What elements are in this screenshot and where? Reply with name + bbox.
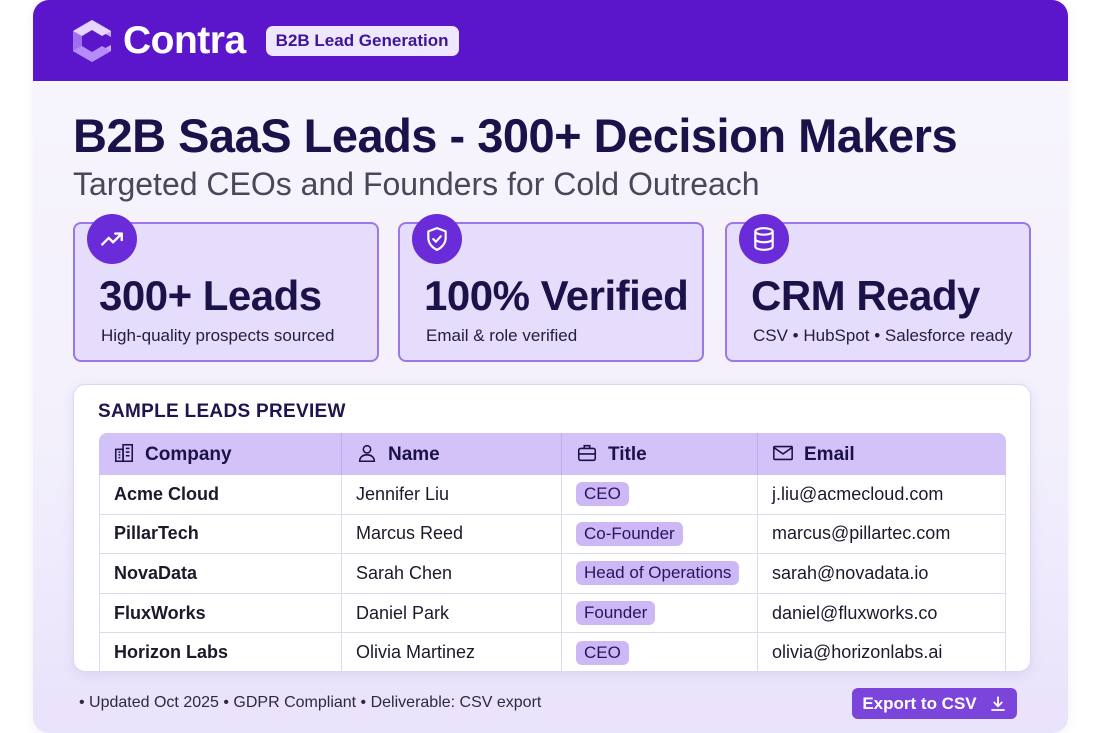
cell-company: NovaData [99,554,342,594]
cell-title: CEO [562,633,758,673]
contra-logo-icon [73,19,111,62]
table-row: FluxWorks Daniel Park Founder daniel@flu… [99,593,1006,634]
header-bar: Contra B2B Lead Generation [33,0,1068,81]
trending-up-icon [87,214,137,264]
title-pill: Founder [576,601,656,626]
cell-title: Head of Operations [562,554,758,594]
stat-caption: CSV • HubSpot • Salesforce ready [753,326,1013,345]
stat-card-leads: 300+ Leads High-quality prospects source… [73,214,379,362]
cell-email: olivia@horizonlabs.ai [758,633,1006,673]
product-card: Contra B2B Lead Generation B2B SaaS Lead… [33,0,1068,733]
table-header-row: Company Name Title Email [99,433,1006,475]
stat-caption: Email & role verified [426,326,578,345]
table-row: PillarTech Marcus Reed Co-Founder marcus… [99,514,1006,555]
cell-name: Jennifer Liu [342,475,562,515]
preview-title: SAMPLE LEADS PREVIEW [98,401,346,422]
leads-preview-panel: SAMPLE LEADS PREVIEW Company Name Title … [73,384,1031,673]
export-csv-button[interactable]: Export to CSV [852,688,1017,719]
title-pill: Head of Operations [576,561,740,586]
shield-check-icon [412,214,462,264]
cell-email: daniel@fluxworks.co [758,593,1006,634]
cell-name: Daniel Park [342,593,562,634]
cell-company: Acme Cloud [99,475,342,515]
stat-caption: High-quality prospects sourced [101,326,335,345]
export-label: Export to CSV [862,693,977,713]
cell-email: j.liu@acmecloud.com [758,475,1006,515]
brand-name: Contra [123,18,246,62]
title-pill: CEO [576,482,629,507]
stat-value: CRM Ready [751,272,980,319]
cell-name: Olivia Martinez [342,633,562,673]
briefcase-icon [577,444,597,462]
table-row: NovaData Sarah Chen Head of Operations s… [99,554,1006,594]
column-header-email[interactable]: Email [758,433,1006,475]
cell-name: Sarah Chen [342,554,562,594]
download-icon [990,695,1005,711]
column-header-company[interactable]: Company [99,433,342,475]
cell-email: sarah@novadata.io [758,554,1006,594]
stat-value: 100% Verified [424,272,689,319]
page-subtitle: Targeted CEOs and Founders for Cold Outr… [73,166,760,202]
cell-name: Marcus Reed [342,514,562,555]
mail-icon [773,445,793,461]
stat-card-verified: 100% Verified Email & role verified [398,214,704,362]
stat-value: 300+ Leads [99,272,322,319]
cell-company: PillarTech [99,514,342,555]
stat-card-crm: CRM Ready CSV • HubSpot • Salesforce rea… [725,214,1031,362]
cell-company: Horizon Labs [99,633,342,673]
building-icon [114,443,134,463]
table-row: Acme Cloud Jennifer Liu CEO j.liu@acmecl… [99,475,1006,515]
database-icon [739,214,789,264]
title-pill: CEO [576,640,629,665]
cell-title: CEO [562,475,758,515]
cell-title: Co-Founder [562,514,758,555]
column-label: Company [145,444,232,465]
column-label: Name [388,444,440,465]
column-header-name[interactable]: Name [342,433,562,475]
header-badge: B2B Lead Generation [265,25,459,56]
column-header-title[interactable]: Title [562,433,758,475]
page-title: B2B SaaS Leads - 300+ Decision Makers [73,109,958,162]
cell-title: Founder [562,593,758,634]
column-label: Title [608,444,647,465]
leads-table: Company Name Title Email Acme Cloud Jenn… [99,433,1006,673]
table-row: Horizon Labs Olivia Martinez CEO olivia@… [99,633,1006,673]
cell-email: marcus@pillartec.com [758,514,1006,555]
user-icon [358,444,376,463]
footer-info: • Updated Oct 2025 • GDPR Compliant • De… [79,694,542,711]
title-pill: Co-Founder [576,521,683,546]
column-label: Email [804,444,855,465]
cell-company: FluxWorks [99,593,342,634]
